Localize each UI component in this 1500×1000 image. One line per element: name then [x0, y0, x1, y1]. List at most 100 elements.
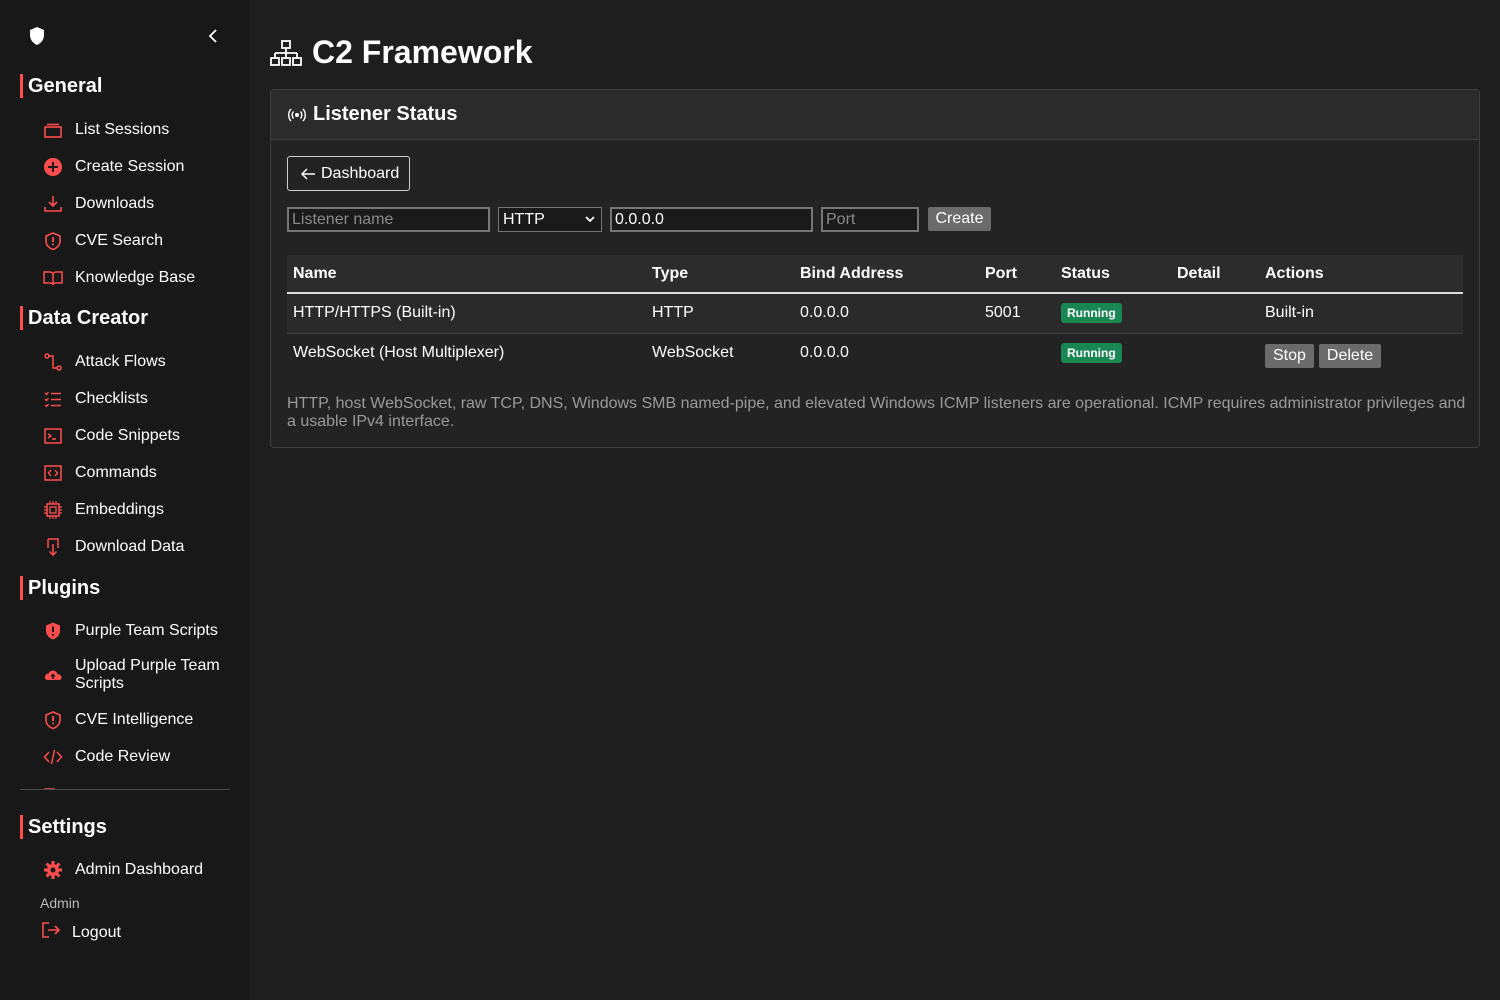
sidebar-item-attack-flows[interactable]: Attack Flows — [42, 352, 232, 372]
sidebar-item-knowledge-base[interactable]: Knowledge Base — [42, 268, 232, 288]
cell-bind-address: 0.0.0.0 — [800, 304, 849, 322]
create-listener-button[interactable]: Create — [928, 207, 991, 231]
cell-actions: Built-in — [1265, 304, 1314, 322]
sidebar-item-label: Downloads — [75, 195, 155, 212]
sidebar-item-list-sessions[interactable]: List Sessions — [42, 120, 232, 140]
chevron-down-icon — [585, 216, 595, 223]
sidebar-item-cve-search[interactable]: CVE Search — [42, 231, 232, 251]
listener-status-card: Listener Status Dashboard HTTP Create Na… — [270, 89, 1480, 448]
table-row: WebSocket (Host Multiplexer) WebSocket 0… — [287, 333, 1463, 373]
logout-label: Logout — [72, 923, 121, 941]
shield-logo-icon — [28, 26, 46, 46]
sidebar-item-label: Code Review — [75, 748, 171, 765]
sidebar-item-download-data[interactable]: Download Data — [42, 537, 232, 557]
section-data-creator: Data Creator — [20, 306, 148, 330]
sidebar-item-code-snippets[interactable]: Code Snippets — [42, 426, 232, 446]
sidebar-item-label: Code Snippets — [75, 427, 180, 444]
code-square-icon — [42, 463, 64, 483]
cell-detail — [1171, 293, 1259, 333]
listener-type-value: HTTP — [503, 210, 545, 228]
sidebar-item-label: Knowledge Base — [75, 269, 196, 286]
sidebar-item-label: CVE Intelligence — [75, 711, 194, 728]
section-general: General — [20, 74, 102, 98]
cell-actions: Stop Delete — [1259, 333, 1463, 373]
shield-exclamation-icon — [42, 621, 64, 641]
cell-status: Running — [1055, 293, 1171, 333]
table-header-row: Name Type Bind Address Port Status Detai… — [287, 255, 1463, 293]
sidebar-item-label: Embeddings — [75, 501, 164, 518]
logout-icon — [40, 920, 72, 945]
sidebar: General List Sessions Create Session Dow… — [0, 0, 250, 1000]
col-header-bind-address: Bind Address — [800, 264, 904, 282]
book-open-icon — [42, 268, 64, 288]
card-header: Listener Status — [271, 90, 1479, 140]
cell-type: WebSocket — [652, 344, 734, 362]
shield-alert-icon — [42, 231, 64, 251]
sidebar-item-downloads[interactable]: Downloads — [42, 194, 232, 214]
sidebar-item-create-session[interactable]: Create Session — [42, 157, 232, 177]
delete-listener-button[interactable]: Delete — [1318, 344, 1382, 369]
cell-type: HTTP — [652, 304, 694, 322]
listener-support-note: HTTP, host WebSocket, raw TCP, DNS, Wind… — [287, 395, 1466, 430]
listeners-table: Name Type Bind Address Port Status Detai… — [287, 255, 1463, 373]
sidebar-item-label: Purple Team Scripts — [75, 622, 218, 639]
sidebar-item-commands[interactable]: Commands — [42, 463, 232, 483]
sidebar-item-label: CVE Search — [75, 232, 164, 249]
cell-port — [979, 333, 1055, 373]
col-header-name: Name — [293, 264, 337, 282]
layers-icon — [42, 120, 64, 140]
section-settings: Settings — [20, 815, 107, 839]
sidebar-item-purple-team-scripts[interactable]: Purple Team Scripts — [42, 621, 232, 641]
gear-icon — [42, 860, 64, 880]
sidebar-item-label: Download Data — [75, 538, 185, 555]
sidebar-item-label: Create Session — [75, 158, 185, 175]
page-title: C2 Framework — [270, 34, 533, 71]
table-row: HTTP/HTTPS (Built-in) HTTP 0.0.0.0 5001 … — [287, 293, 1463, 333]
port-input[interactable] — [821, 207, 919, 232]
plus-circle-icon — [42, 157, 64, 177]
section-plugins: Plugins — [20, 576, 100, 600]
status-badge: Running — [1061, 343, 1122, 364]
code-slash-icon — [42, 747, 64, 767]
file-download-icon — [42, 537, 64, 557]
sidebar-item-label: Checklists — [75, 390, 148, 407]
cell-detail — [1171, 333, 1259, 373]
sidebar-item-cve-intelligence[interactable]: CVE Intelligence — [42, 710, 232, 730]
back-button-label: Dashboard — [321, 164, 400, 182]
cell-port: 5001 — [985, 304, 1021, 322]
sidebar-scroll-overflow — [42, 780, 232, 789]
sidebar-item-embeddings[interactable]: Embeddings — [42, 500, 232, 520]
sidebar-item-label: Admin Dashboard — [75, 861, 204, 878]
status-badge: Running — [1061, 303, 1122, 324]
sidebar-item-code-review[interactable]: Code Review — [42, 747, 232, 767]
flow-icon — [42, 352, 64, 372]
download-icon — [42, 194, 64, 214]
listener-type-select[interactable]: HTTP — [498, 207, 602, 232]
cell-name: HTTP/HTTPS (Built-in) — [293, 304, 456, 322]
sidebar-item-label: Attack Flows — [75, 353, 166, 370]
chevron-left-icon[interactable] — [204, 26, 222, 46]
cpu-icon — [42, 500, 64, 520]
sidebar-item-checklists[interactable]: Checklists — [42, 389, 232, 409]
sidebar-divider — [20, 789, 230, 790]
network-icon — [270, 39, 302, 66]
stop-listener-button[interactable]: Stop — [1265, 344, 1314, 369]
back-to-dashboard-button[interactable]: Dashboard — [287, 156, 410, 191]
col-header-type: Type — [652, 264, 689, 282]
cloud-upload-icon — [42, 665, 64, 685]
logout-button[interactable]: Logout — [40, 920, 121, 945]
col-header-port: Port — [985, 264, 1017, 282]
sidebar-item-admin-dashboard[interactable]: Admin Dashboard — [42, 860, 232, 880]
sidebar-header — [0, 0, 250, 70]
arrow-left-icon — [300, 167, 315, 180]
sidebar-item-upload-purple-team-scripts[interactable]: Upload Purple Team Scripts — [42, 657, 232, 693]
col-header-detail: Detail — [1177, 264, 1221, 282]
shield-alert-icon — [42, 710, 64, 730]
broadcast-icon — [288, 108, 306, 121]
sidebar-item-label: Commands — [75, 464, 157, 481]
listener-name-input[interactable] — [287, 207, 490, 232]
col-header-status: Status — [1061, 264, 1110, 282]
bind-address-input[interactable] — [610, 207, 813, 232]
terminal-icon — [42, 426, 64, 446]
cell-status: Running — [1055, 333, 1171, 373]
